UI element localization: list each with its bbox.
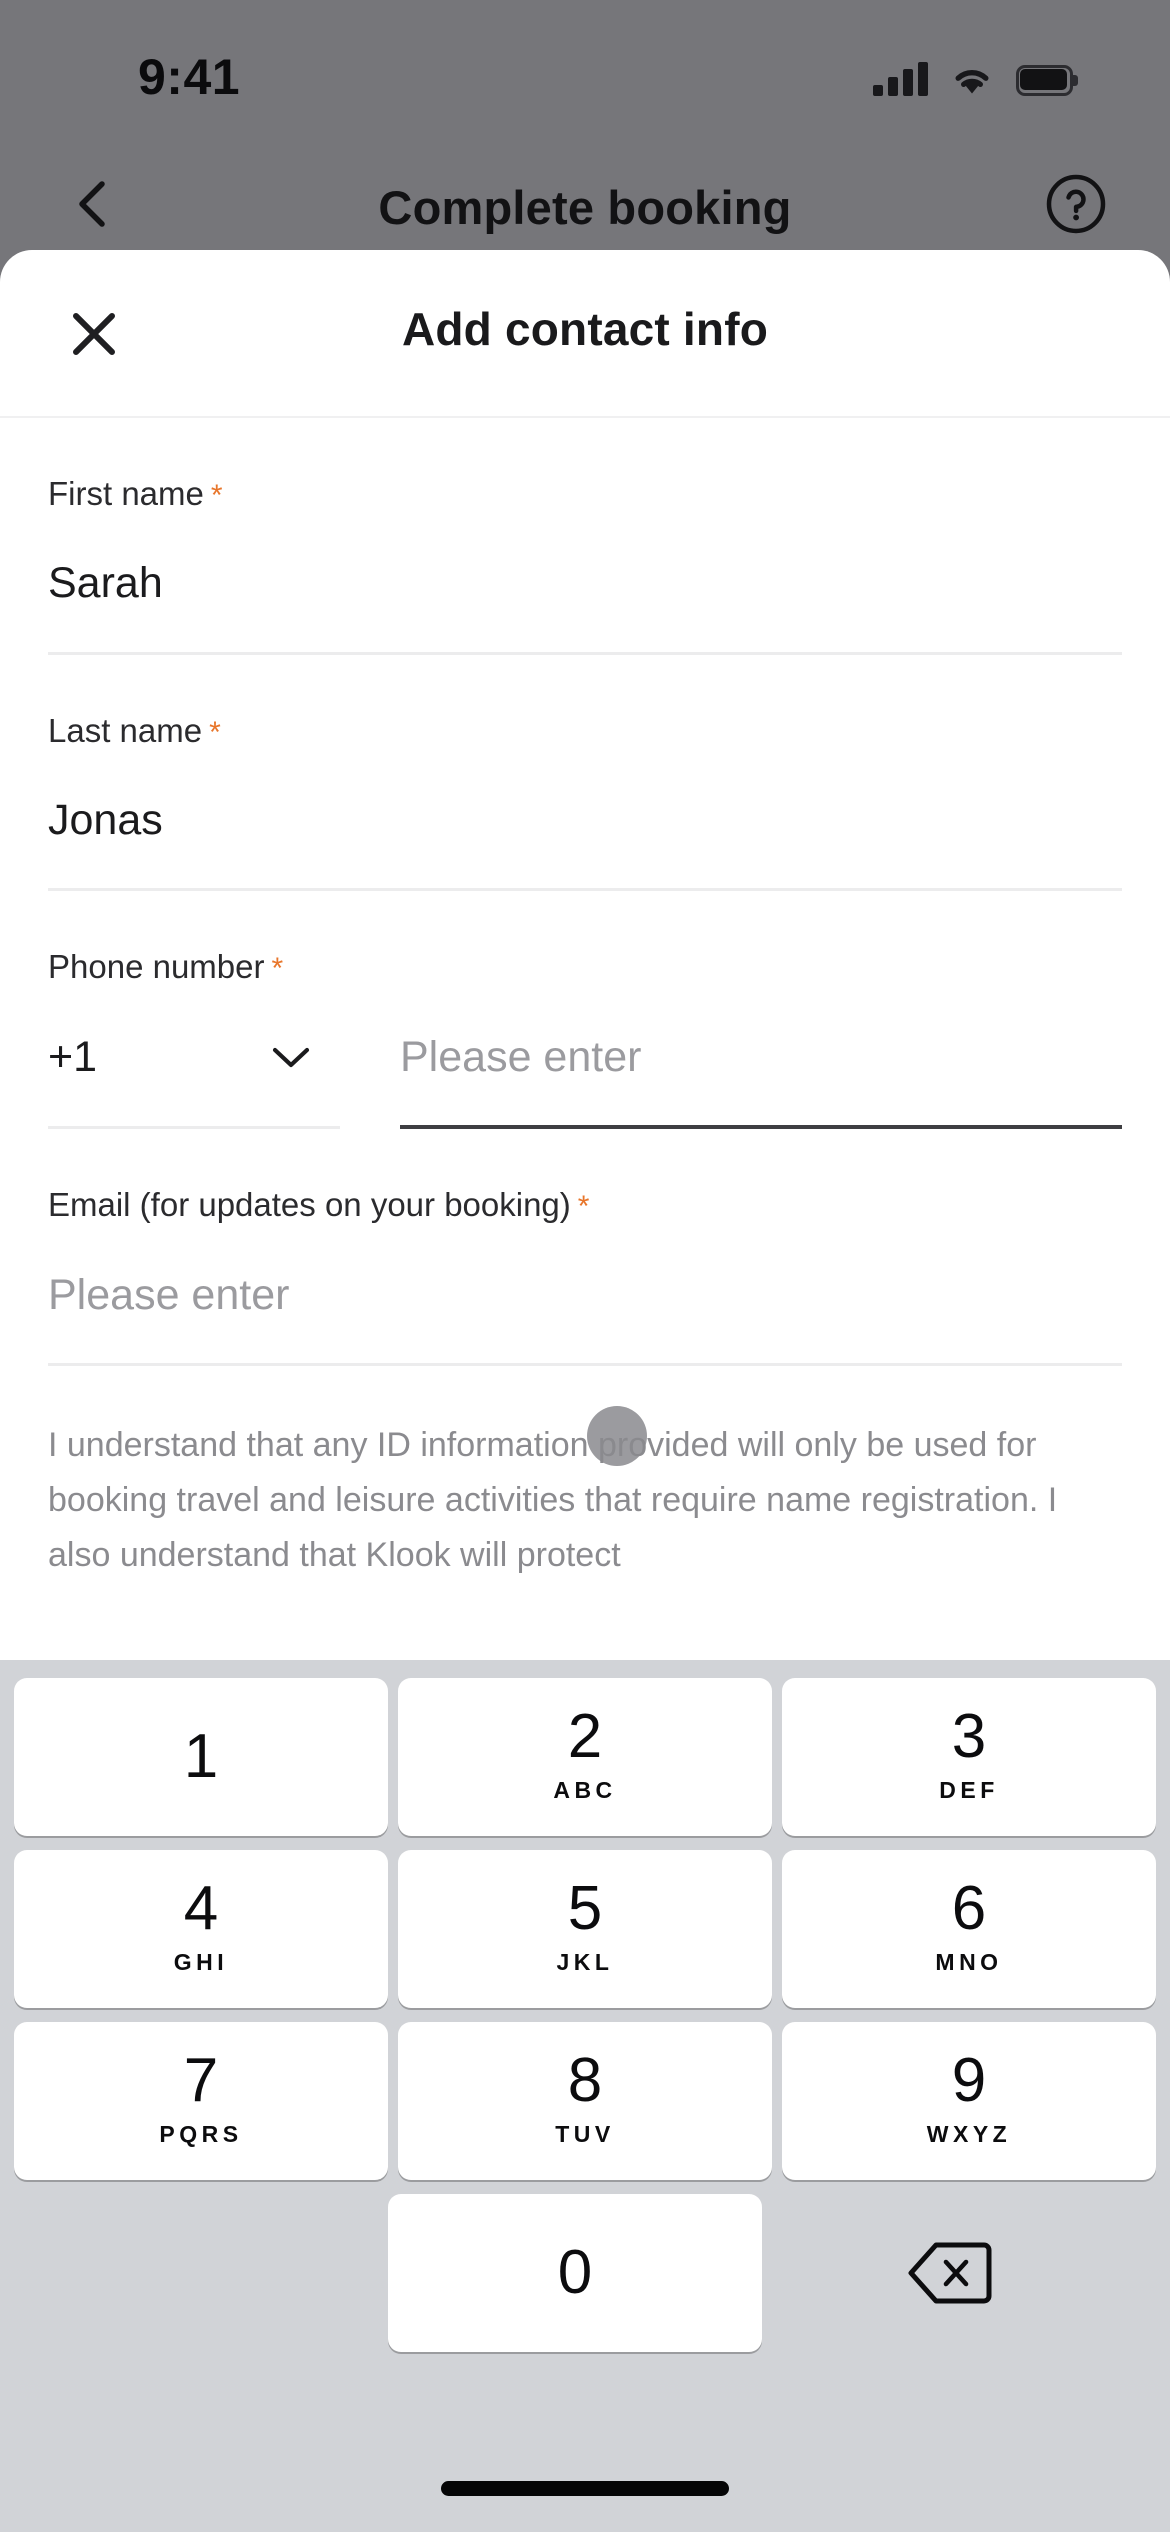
- country-code-value: +1: [48, 1033, 98, 1082]
- key-4-number: 4: [183, 1874, 219, 1943]
- backspace-delete-icon: [908, 2242, 992, 2304]
- first-name-field[interactable]: First name * Sarah: [48, 418, 1122, 655]
- key-8-number: 8: [567, 2046, 603, 2115]
- background-nav-header: Complete booking: [0, 148, 1170, 260]
- last-name-field[interactable]: Last name * Jonas: [48, 655, 1122, 892]
- sheet-header: Add contact info: [0, 250, 1170, 418]
- first-name-label-text: First name: [48, 475, 204, 512]
- keypad-row-1: 1 2 ABC 3 DEF: [14, 1678, 1156, 1836]
- phone-number-field: Phone number * +1 Please enter: [48, 891, 1122, 1130]
- phone-number-input-wrapper[interactable]: Please enter: [400, 986, 1122, 1130]
- email-label-text: Email (for updates on your booking): [48, 1186, 571, 1224]
- sheet-title: Add contact info: [401, 303, 769, 355]
- key-3-letters: DEF: [939, 1777, 999, 1803]
- key-4[interactable]: 4 GHI: [14, 1850, 388, 2008]
- keypad-row-4: 0: [14, 2194, 1156, 2352]
- touch-point-indicator: [587, 1406, 647, 1466]
- key-4-letters: GHI: [173, 1949, 229, 1975]
- key-0[interactable]: 0: [388, 2194, 762, 2352]
- help-button[interactable]: [1044, 172, 1108, 236]
- key-1-number: 1: [183, 1722, 219, 1791]
- key-6-letters: MNO: [935, 1949, 1003, 1975]
- keypad-row-3: 7 PQRS 8 TUV 9 WXYZ: [14, 2022, 1156, 2180]
- key-2-letters: ABC: [553, 1777, 617, 1803]
- status-bar-icons: [873, 50, 1078, 96]
- phone-number-label-text: Phone number: [48, 948, 265, 986]
- key-3[interactable]: 3 DEF: [782, 1678, 1156, 1836]
- numeric-keypad: 1 2 ABC 3 DEF 4 GHI 5 JKL 6 MNO 7 PQRS 8…: [0, 1660, 1170, 2532]
- home-indicator-bar[interactable]: [441, 2481, 729, 2496]
- page-title: Complete booking: [378, 181, 792, 234]
- status-bar: 9:41: [0, 0, 1170, 130]
- chevron-down-icon: [272, 1047, 310, 1069]
- key-5-number: 5: [567, 1874, 603, 1943]
- last-name-label: Last name *: [48, 655, 1122, 749]
- key-5-letters: JKL: [556, 1949, 614, 1975]
- key-2-number: 2: [567, 1702, 603, 1771]
- key-9-number: 9: [951, 2046, 987, 2115]
- last-name-input[interactable]: Jonas: [48, 749, 1122, 888]
- key-6[interactable]: 6 MNO: [782, 1850, 1156, 2008]
- key-6-number: 6: [951, 1874, 987, 1943]
- key-7[interactable]: 7 PQRS: [14, 2022, 388, 2180]
- cellular-signal-icon: [873, 62, 928, 96]
- email-label: Email (for updates on your booking) *: [48, 1129, 1122, 1224]
- first-name-label: First name *: [48, 418, 1122, 512]
- first-name-input[interactable]: Sarah: [48, 512, 1122, 651]
- key-7-letters: PQRS: [159, 2121, 243, 2147]
- country-code-selector[interactable]: +1: [48, 985, 340, 1130]
- key-8[interactable]: 8 TUV: [398, 2022, 772, 2180]
- id-information-disclaimer: I understand that any ID information pro…: [48, 1426, 1058, 1575]
- key-3-number: 3: [951, 1702, 987, 1771]
- phone-number-label: Phone number *: [48, 891, 1122, 986]
- battery-icon: [1016, 65, 1078, 96]
- last-name-label-text: Last name: [48, 711, 203, 749]
- wifi-icon: [950, 64, 994, 96]
- required-asterisk: *: [577, 1190, 590, 1224]
- status-bar-time: 9:41: [138, 49, 241, 105]
- keypad-empty-slot: [14, 2194, 388, 2352]
- keypad-row-2: 4 GHI 5 JKL 6 MNO: [14, 1850, 1156, 2008]
- key-0-number: 0: [557, 2238, 593, 2307]
- key-1[interactable]: 1: [14, 1678, 388, 1836]
- email-underline: [48, 1363, 1122, 1367]
- key-9[interactable]: 9 WXYZ: [782, 2022, 1156, 2180]
- email-field[interactable]: Email (for updates on your booking) * Ple…: [48, 1129, 1122, 1367]
- backspace-key[interactable]: [762, 2194, 1136, 2352]
- required-asterisk: *: [209, 715, 221, 749]
- key-2[interactable]: 2 ABC: [398, 1678, 772, 1836]
- required-asterisk: *: [271, 952, 284, 986]
- contact-info-form: First name * Sarah Last name * Jonas Phone…: [0, 418, 1170, 1367]
- phone-number-input[interactable]: Please enter: [400, 986, 1122, 1125]
- required-asterisk: *: [210, 479, 223, 512]
- key-8-letters: TUV: [555, 2121, 615, 2147]
- key-7-number: 7: [183, 2046, 219, 2115]
- phone-row: +1 Please enter: [48, 985, 1122, 1130]
- key-5[interactable]: 5 JKL: [398, 1850, 772, 2008]
- email-input[interactable]: Please enter: [48, 1224, 1122, 1363]
- key-9-letters: WXYZ: [926, 2121, 1012, 2147]
